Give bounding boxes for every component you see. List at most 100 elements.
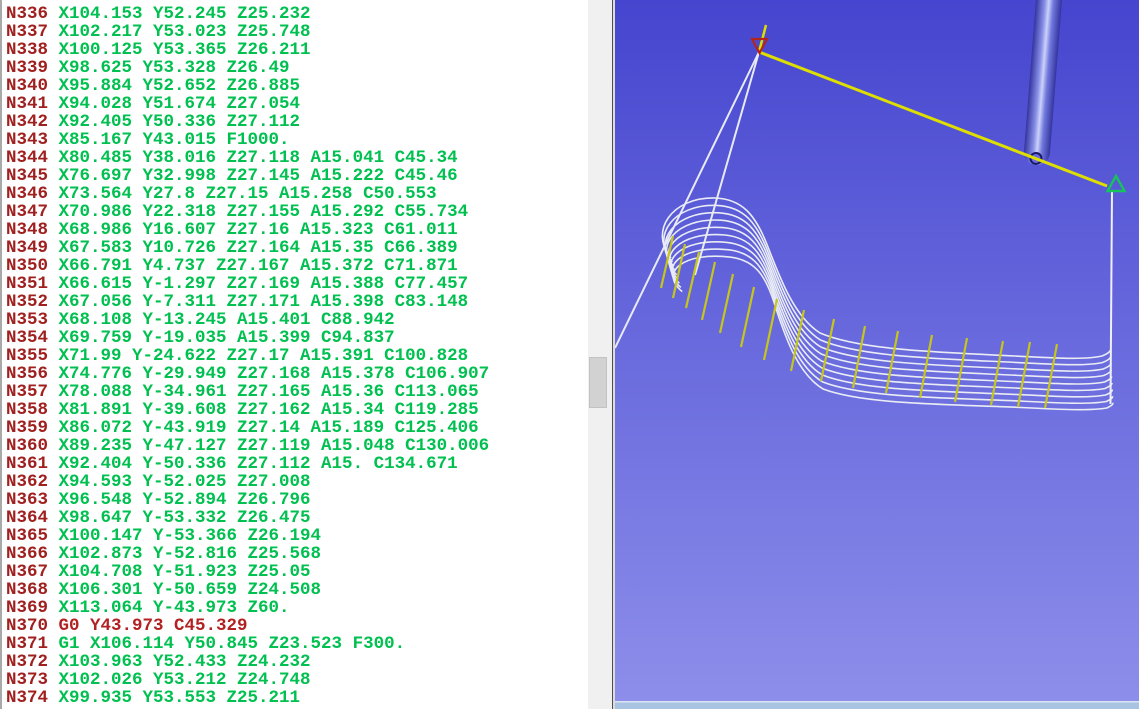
line-body: X89.235 Y-47.127 Z27.119 A15.048 C130.00… — [59, 436, 490, 456]
line-number: N374 — [6, 688, 59, 708]
gcode-line[interactable]: N346 X73.564 Y27.8 Z27.15 A15.258 C50.55… — [6, 185, 489, 203]
line-body: X102.026 Y53.212 Z24.748 — [59, 670, 311, 690]
gcode-line[interactable]: N367 X104.708 Y-51.923 Z25.05 — [6, 563, 489, 581]
line-body: X92.404 Y-50.336 Z27.112 A15. C134.671 — [59, 454, 458, 474]
gcode-line[interactable]: N352 X67.056 Y-7.311 Z27.171 A15.398 C83… — [6, 293, 489, 311]
gcode-line[interactable]: N353 X68.108 Y-13.245 A15.401 C88.942 — [6, 311, 489, 329]
line-number: N342 — [6, 112, 59, 132]
gcode-line[interactable]: N361 X92.404 Y-50.336 Z27.112 A15. C134.… — [6, 455, 489, 473]
editor-scrollbar[interactable] — [588, 0, 612, 709]
gcode-line[interactable]: N363 X96.548 Y-52.894 Z26.796 — [6, 491, 489, 509]
line-body: X74.776 Y-29.949 Z27.168 A15.378 C106.90… — [59, 364, 490, 384]
line-number: N347 — [6, 202, 59, 222]
cnc-editor-window: N335 G1 X106.214 Y50.945 Z23.623 F300.N3… — [0, 0, 1139, 709]
gcode-line[interactable]: N372 X103.963 Y52.433 Z24.232 — [6, 653, 489, 671]
line-body: X99.935 Y53.553 Z25.211 — [59, 688, 301, 708]
line-number: N353 — [6, 310, 59, 330]
line-number: N373 — [6, 670, 59, 690]
gcode-line[interactable]: N374 X99.935 Y53.553 Z25.211 — [6, 689, 489, 707]
gcode-line[interactable]: N340 X95.884 Y52.652 Z26.885 — [6, 77, 489, 95]
gcode-line[interactable]: N337 X102.217 Y53.023 Z25.748 — [6, 23, 489, 41]
floor-strip-highlight — [615, 701, 1139, 703]
gcode-line[interactable]: N343 X85.167 Y43.015 F1000. — [6, 131, 489, 149]
gcode-line[interactable]: N371 G1 X106.114 Y50.845 Z23.523 F300. — [6, 635, 489, 653]
line-body: X103.963 Y52.433 Z24.232 — [59, 652, 311, 672]
line-body: X113.064 Y-43.973 Z60. — [59, 598, 290, 618]
line-body: X66.615 Y-1.297 Z27.169 A15.388 C77.457 — [59, 274, 469, 294]
gcode-line[interactable]: N344 X80.485 Y38.016 Z27.118 A15.041 C45… — [6, 149, 489, 167]
gcode-line[interactable]: N345 X76.697 Y32.998 Z27.145 A15.222 C45… — [6, 167, 489, 185]
gcode-line[interactable]: N370 G0 Y43.973 C45.329 — [6, 617, 489, 635]
line-number: N367 — [6, 562, 59, 582]
line-body: X98.647 Y-53.332 Z26.475 — [59, 508, 311, 528]
line-body: X68.986 Y16.607 Z27.16 A15.323 C61.011 — [59, 220, 458, 240]
line-body: X68.108 Y-13.245 A15.401 C88.942 — [59, 310, 395, 330]
gcode-line[interactable]: N338 X100.125 Y53.365 Z26.211 — [6, 41, 489, 59]
line-body: X92.405 Y50.336 Z27.112 — [59, 112, 301, 132]
viewport-background — [615, 0, 1139, 701]
line-number: N370 — [6, 616, 59, 636]
line-body: X70.986 Y22.318 Z27.155 A15.292 C55.734 — [59, 202, 469, 222]
line-body: G0 Y43.973 C45.329 — [59, 616, 248, 636]
gcode-line[interactable]: N359 X86.072 Y-43.919 Z27.14 A15.189 C12… — [6, 419, 489, 437]
gcode-line[interactable]: N368 X106.301 Y-50.659 Z24.508 — [6, 581, 489, 599]
line-number: N368 — [6, 580, 59, 600]
gcode-line[interactable]: N373 X102.026 Y53.212 Z24.748 — [6, 671, 489, 689]
line-body: X100.125 Y53.365 Z26.211 — [59, 40, 311, 60]
gcode-line[interactable]: N360 X89.235 Y-47.127 Z27.119 A15.048 C1… — [6, 437, 489, 455]
line-number: N361 — [6, 454, 59, 474]
line-number: N355 — [6, 346, 59, 366]
gcode-line[interactable]: N366 X102.873 Y-52.816 Z25.568 — [6, 545, 489, 563]
gcode-line[interactable]: N365 X100.147 Y-53.366 Z26.194 — [6, 527, 489, 545]
line-body: G1 X106.114 Y50.845 Z23.523 F300. — [59, 634, 406, 654]
gcode-editor[interactable]: N335 G1 X106.214 Y50.945 Z23.623 F300.N3… — [0, 0, 588, 709]
line-body: X95.884 Y52.652 Z26.885 — [59, 76, 301, 96]
gcode-line[interactable]: N358 X81.891 Y-39.608 Z27.162 A15.34 C11… — [6, 401, 489, 419]
line-number: N354 — [6, 328, 59, 348]
line-number: N364 — [6, 508, 59, 528]
gcode-line[interactable]: N357 X78.088 Y-34.961 Z27.165 A15.36 C11… — [6, 383, 489, 401]
line-number: N340 — [6, 76, 59, 96]
line-body: X104.153 Y52.245 Z25.232 — [59, 4, 311, 24]
line-number: N357 — [6, 382, 59, 402]
line-body: X76.697 Y32.998 Z27.145 A15.222 C45.46 — [59, 166, 458, 186]
gcode-line[interactable]: N351 X66.615 Y-1.297 Z27.169 A15.388 C77… — [6, 275, 489, 293]
gcode-line[interactable]: N354 X69.759 Y-19.035 A15.399 C94.837 — [6, 329, 489, 347]
line-number: N346 — [6, 184, 59, 204]
line-body: X102.873 Y-52.816 Z25.568 — [59, 544, 322, 564]
gcode-line[interactable]: N364 X98.647 Y-53.332 Z26.475 — [6, 509, 489, 527]
line-body: X71.99 Y-24.622 Z27.17 A15.391 C100.828 — [59, 346, 469, 366]
gcode-line[interactable]: N355 X71.99 Y-24.622 Z27.17 A15.391 C100… — [6, 347, 489, 365]
gcode-line[interactable]: N339 X98.625 Y53.328 Z26.49 — [6, 59, 489, 77]
line-body: X67.056 Y-7.311 Z27.171 A15.398 C83.148 — [59, 292, 469, 312]
backplot-3d-viewport[interactable] — [615, 0, 1139, 709]
gcode-line[interactable]: N348 X68.986 Y16.607 Z27.16 A15.323 C61.… — [6, 221, 489, 239]
line-body: X80.485 Y38.016 Z27.118 A15.041 C45.34 — [59, 148, 458, 168]
scrollbar-thumb[interactable] — [589, 357, 607, 408]
line-body: X67.583 Y10.726 Z27.164 A15.35 C66.389 — [59, 238, 458, 258]
floor-strip — [615, 703, 1139, 709]
gcode-line[interactable]: N347 X70.986 Y22.318 Z27.155 A15.292 C55… — [6, 203, 489, 221]
gcode-line[interactable]: N369 X113.064 Y-43.973 Z60. — [6, 599, 489, 617]
line-number: N371 — [6, 634, 59, 654]
gcode-line[interactable]: N349 X67.583 Y10.726 Z27.164 A15.35 C66.… — [6, 239, 489, 257]
gcode-line[interactable]: N342 X92.405 Y50.336 Z27.112 — [6, 113, 489, 131]
line-number: N362 — [6, 472, 59, 492]
line-body: X81.891 Y-39.608 Z27.162 A15.34 C119.285 — [59, 400, 479, 420]
gcode-line[interactable]: N341 X94.028 Y51.674 Z27.054 — [6, 95, 489, 113]
line-number: N372 — [6, 652, 59, 672]
line-body: X86.072 Y-43.919 Z27.14 A15.189 C125.406 — [59, 418, 479, 438]
line-number: N350 — [6, 256, 59, 276]
line-number: N336 — [6, 4, 59, 24]
line-number: N351 — [6, 274, 59, 294]
gcode-line[interactable]: N350 X66.791 Y4.737 Z27.167 A15.372 C71.… — [6, 257, 489, 275]
line-number: N348 — [6, 220, 59, 240]
gcode-line[interactable]: N356 X74.776 Y-29.949 Z27.168 A15.378 C1… — [6, 365, 489, 383]
gcode-line[interactable]: N362 X94.593 Y-52.025 Z27.008 — [6, 473, 489, 491]
line-number: N338 — [6, 40, 59, 60]
line-body: X94.028 Y51.674 Z27.054 — [59, 94, 301, 114]
line-number: N341 — [6, 94, 59, 114]
line-body: X66.791 Y4.737 Z27.167 A15.372 C71.871 — [59, 256, 458, 276]
gcode-line[interactable]: N336 X104.153 Y52.245 Z25.232 — [6, 5, 489, 23]
line-number: N366 — [6, 544, 59, 564]
